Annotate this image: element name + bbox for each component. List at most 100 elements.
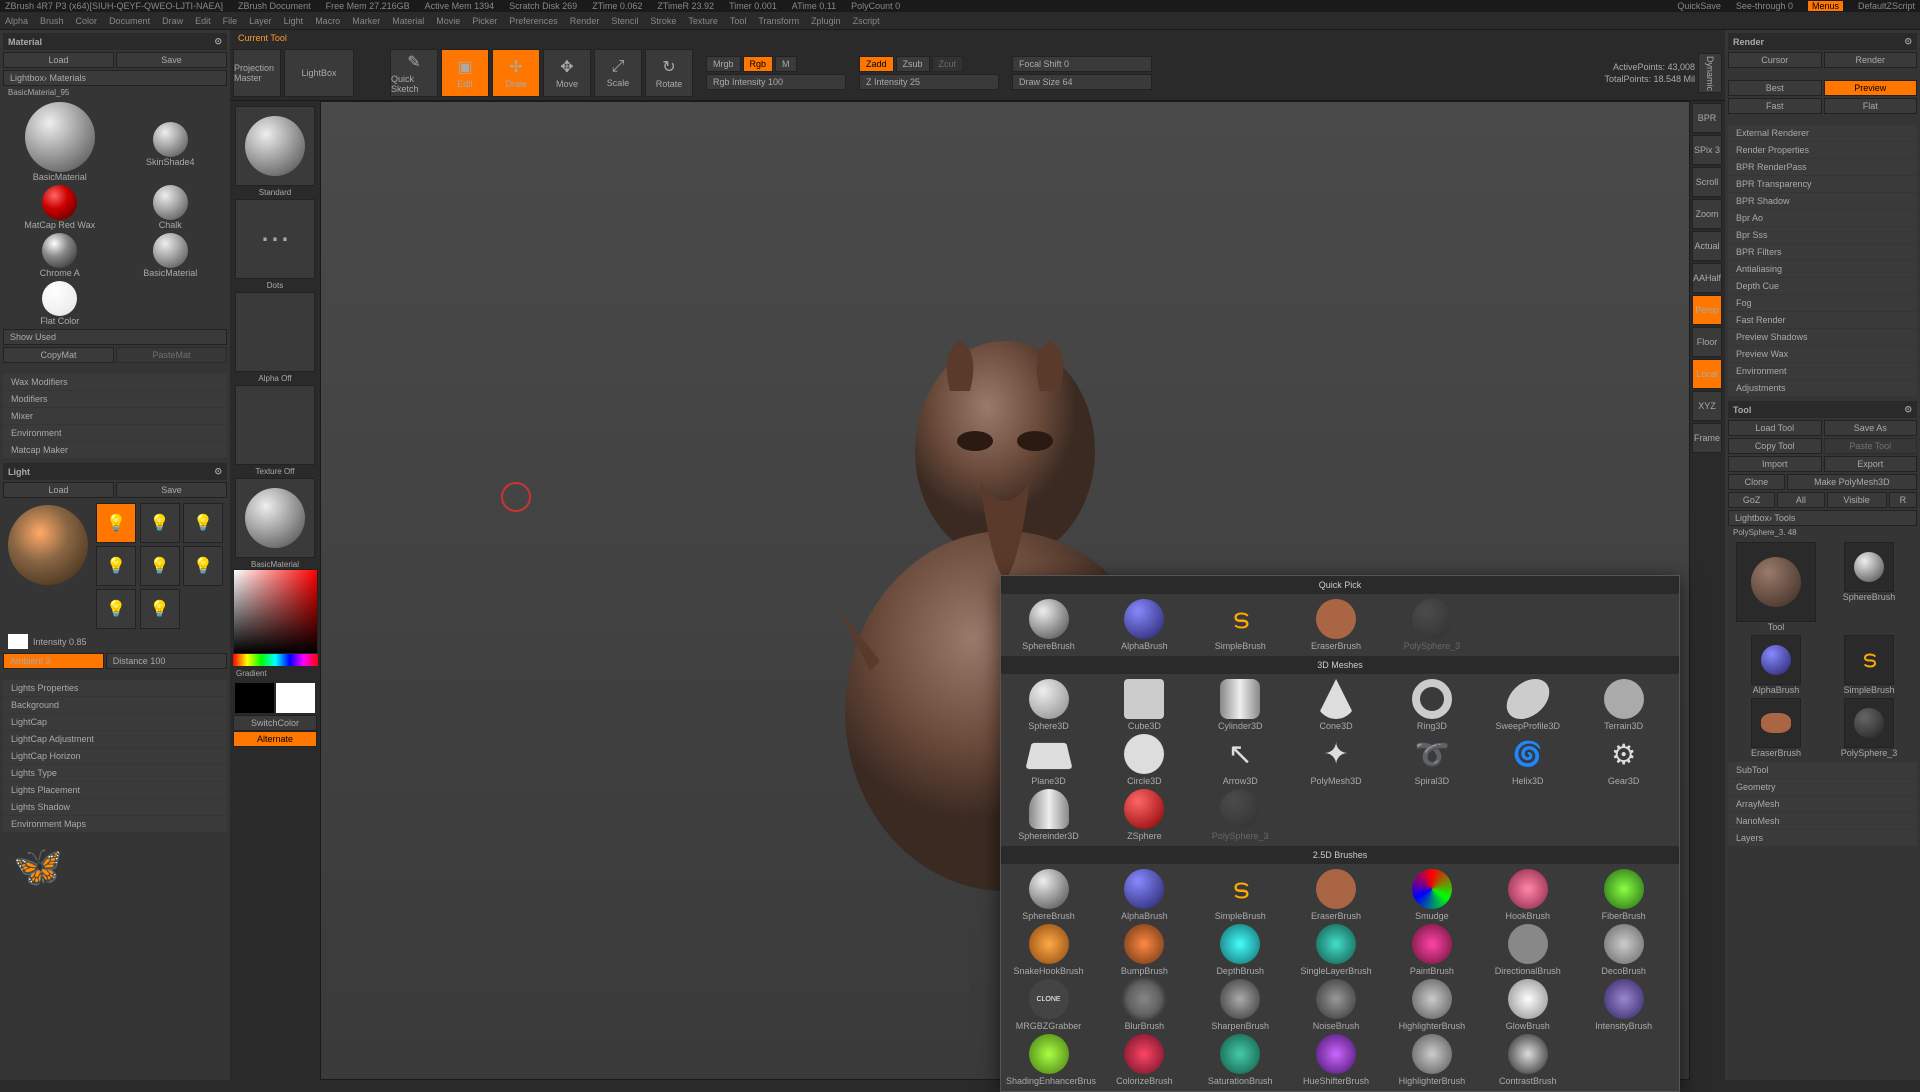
brush-saturation[interactable]: SaturationBrush	[1198, 1034, 1283, 1086]
mixer-section[interactable]: Mixer	[3, 408, 227, 424]
qp-polysphere[interactable]: PolySphere_3	[1389, 599, 1474, 651]
menu-marker[interactable]: Marker	[352, 16, 380, 26]
brush-singlelayer[interactable]: SingleLayerBrush	[1294, 924, 1379, 976]
mesh-spiral3d[interactable]: ➰Spiral3D	[1389, 734, 1474, 786]
menu-brush[interactable]: Brush	[40, 16, 64, 26]
light-3-button[interactable]: 💡	[183, 503, 223, 543]
lightcap-section[interactable]: LightCap	[3, 714, 227, 730]
mesh-sphere3d[interactable]: Sphere3D	[1006, 679, 1091, 731]
pin-icon[interactable]: ⊙	[1904, 404, 1912, 415]
zsub-button[interactable]: Zsub	[896, 56, 930, 72]
lightbox-materials-button[interactable]: Lightbox› Materials	[3, 70, 227, 86]
qp-alpha[interactable]: AlphaBrush	[1102, 599, 1187, 651]
fast-render-section[interactable]: Fast Render	[1728, 312, 1917, 328]
qp-simple[interactable]: ടSimpleBrush	[1198, 599, 1283, 651]
brush-colorize[interactable]: ColorizeBrush	[1102, 1034, 1187, 1086]
menu-light[interactable]: Light	[284, 16, 304, 26]
cursor-button[interactable]: Cursor	[1728, 52, 1822, 68]
light-load-button[interactable]: Load	[3, 482, 114, 498]
import-button[interactable]: Import	[1728, 456, 1822, 472]
material-flat[interactable]: Flat Color	[6, 281, 114, 326]
menu-macro[interactable]: Macro	[315, 16, 340, 26]
copy-tool-button[interactable]: Copy Tool	[1728, 438, 1822, 454]
render-button[interactable]: Render	[1824, 52, 1918, 68]
fast-button[interactable]: Fast	[1728, 98, 1822, 114]
brush-mrgbz[interactable]: CLONEMRGBZGrabber	[1006, 979, 1091, 1031]
mesh-terrain3d[interactable]: Terrain3D	[1581, 679, 1666, 731]
light-color-swatch[interactable]	[8, 634, 28, 649]
preview-button[interactable]: Preview	[1824, 80, 1918, 96]
paste-tool-button[interactable]: Paste Tool	[1824, 438, 1918, 454]
brush-sharpen[interactable]: SharpenBrush	[1198, 979, 1283, 1031]
rgb-intensity-slider[interactable]: Rgb Intensity 100	[706, 74, 846, 90]
tool-alpha[interactable]: AlphaBrush	[1731, 635, 1821, 695]
preview-shadows-section[interactable]: Preview Shadows	[1728, 329, 1917, 345]
menu-render[interactable]: Render	[570, 16, 600, 26]
pastemat-button[interactable]: PasteMat	[116, 347, 227, 363]
mesh-cube3d[interactable]: Cube3D	[1102, 679, 1187, 731]
layers-section[interactable]: Layers	[1728, 830, 1917, 846]
edit-button[interactable]: ▣Edit	[441, 49, 489, 97]
rgb-button[interactable]: Rgb	[743, 56, 774, 72]
xyz-button[interactable]: XYZ	[1692, 391, 1722, 421]
wax-modifiers-section[interactable]: Wax Modifiers	[3, 374, 227, 390]
lightbox-tools-button[interactable]: Lightbox› Tools	[1728, 510, 1917, 526]
brush-smudge[interactable]: Smudge	[1389, 869, 1474, 921]
show-used-button[interactable]: Show Used	[3, 329, 227, 345]
aahalf-button[interactable]: AAHalf	[1692, 263, 1722, 293]
matcap-maker-section[interactable]: Matcap Maker	[3, 442, 227, 458]
best-button[interactable]: Best	[1728, 80, 1822, 96]
lightcap-horizon-section[interactable]: LightCap Horizon	[3, 748, 227, 764]
spix-button[interactable]: SPix 3	[1692, 135, 1722, 165]
lights-properties-section[interactable]: Lights Properties	[3, 680, 227, 696]
material-chrome[interactable]: Chrome A	[6, 233, 114, 278]
brush-noise[interactable]: NoiseBrush	[1294, 979, 1379, 1031]
brush-bump[interactable]: BumpBrush	[1102, 924, 1187, 976]
frame-button[interactable]: Frame	[1692, 423, 1722, 453]
mesh-sphereinder3d[interactable]: Sphereinder3D	[1006, 789, 1091, 841]
light-save-button[interactable]: Save	[116, 482, 227, 498]
flat-button[interactable]: Flat	[1824, 98, 1918, 114]
brush-deco[interactable]: DecoBrush	[1581, 924, 1666, 976]
material-matcap-red[interactable]: MatCap Red Wax	[6, 185, 114, 230]
qp-eraser[interactable]: EraserBrush	[1294, 599, 1379, 651]
render-properties-section[interactable]: Render Properties	[1728, 142, 1917, 158]
pin-icon[interactable]: ⊙	[1904, 36, 1912, 47]
light-8-button[interactable]: 💡	[140, 589, 180, 629]
stroke-preview[interactable]: ⋯	[235, 199, 315, 279]
menu-zscript[interactable]: Zscript	[853, 16, 880, 26]
mesh-cylinder3d[interactable]: Cylinder3D	[1198, 679, 1283, 731]
zadd-button[interactable]: Zadd	[859, 56, 894, 72]
qp-sphere[interactable]: SphereBrush	[1006, 599, 1091, 651]
mesh-gear3d[interactable]: ⚙Gear3D	[1581, 734, 1666, 786]
light-2-button[interactable]: 💡	[140, 503, 180, 543]
color-swatch-2[interactable]	[276, 683, 315, 713]
adjustments-section[interactable]: Adjustments	[1728, 380, 1917, 396]
brush-shading[interactable]: ShadingEnhancerBrus	[1006, 1034, 1091, 1086]
menu-draw[interactable]: Draw	[162, 16, 183, 26]
zcut-button[interactable]: Zcut	[932, 56, 964, 72]
gradient-label[interactable]: Gradient	[233, 666, 317, 681]
pin-icon[interactable]: ⊙	[214, 36, 222, 47]
scale-button[interactable]: ⤢Scale	[594, 49, 642, 97]
menu-stroke[interactable]: Stroke	[650, 16, 676, 26]
tool-simple[interactable]: ടSimpleBrush	[1824, 635, 1914, 695]
light-7-button[interactable]: 💡	[96, 589, 136, 629]
persp-button[interactable]: Persp	[1692, 295, 1722, 325]
brush-blur[interactable]: BlurBrush	[1102, 979, 1187, 1031]
menu-zplugin[interactable]: Zplugin	[811, 16, 841, 26]
quicksave-button[interactable]: QuickSave	[1677, 1, 1721, 11]
render-header[interactable]: Render⊙	[1728, 33, 1917, 50]
menu-tool[interactable]: Tool	[730, 16, 747, 26]
subtool-section[interactable]: SubTool	[1728, 762, 1917, 778]
scroll-button[interactable]: Scroll	[1692, 167, 1722, 197]
lights-shadow-section[interactable]: Lights Shadow	[3, 799, 227, 815]
brush-highlighter[interactable]: HighlighterBrush	[1389, 979, 1474, 1031]
menus-button[interactable]: Menus	[1808, 1, 1843, 11]
material-header[interactable]: Material⊙	[3, 33, 227, 50]
menu-picker[interactable]: Picker	[472, 16, 497, 26]
brush-simple[interactable]: ടSimpleBrush	[1198, 869, 1283, 921]
menu-texture[interactable]: Texture	[688, 16, 718, 26]
menu-color[interactable]: Color	[76, 16, 98, 26]
brush-snakehook[interactable]: SnakeHookBrush	[1006, 924, 1091, 976]
